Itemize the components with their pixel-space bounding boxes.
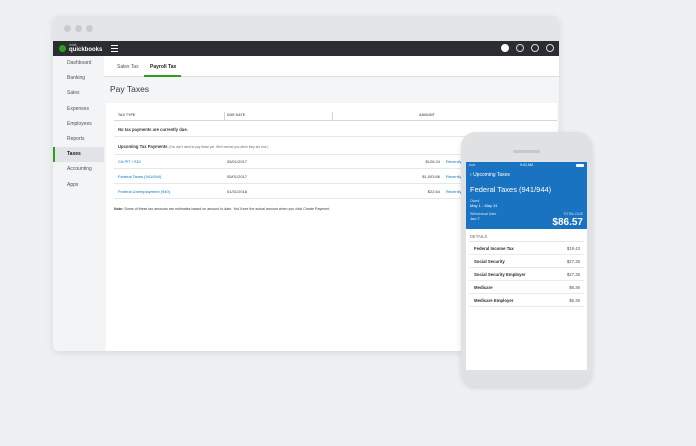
tax-name-link[interactable]: Federal Unemployment (940) [118, 185, 170, 199]
phone-screen: ••••• 9:41 AM ‹ Upcoming Taxes Federal T… [466, 162, 587, 370]
sidebar-item-employees[interactable]: Employees [53, 117, 104, 132]
upcoming-heading: Upcoming Tax Payments (You don't need to… [118, 144, 268, 149]
tab-bar: Sales Tax Payroll Tax [104, 56, 559, 77]
window-minimize-dot[interactable] [75, 25, 82, 32]
mobile-header: ‹ Upcoming Taxes Federal Taxes (941/944)… [466, 168, 587, 229]
tax-amount: $126.24 [425, 159, 440, 164]
app-header: intuit quickbooks [53, 41, 559, 56]
quickbooks-logo-icon [59, 45, 66, 52]
sidebar-item-reports[interactable]: Reports [53, 132, 104, 147]
sidebar-item-accounting[interactable]: Accounting [53, 162, 104, 177]
tax-name-link[interactable]: Federal Taxes (941/944) [118, 170, 161, 184]
row-action-link[interactable]: Recently [446, 155, 462, 169]
due-date: 01/31/2018 [227, 189, 248, 194]
due-date: 05/01/2017 [227, 159, 248, 164]
row-action-link[interactable]: Recently [446, 170, 462, 184]
item-value: $19.43 [566, 246, 580, 251]
total-due-value: $86.57 [552, 217, 583, 228]
item-name: Medicare Employer [474, 298, 514, 303]
tax-name-link[interactable]: CA PIT / SDI [118, 155, 141, 169]
header-amount[interactable]: AMOUNT [419, 113, 435, 117]
back-button[interactable]: ‹ Upcoming Taxes [470, 172, 510, 178]
header-tax-type[interactable]: TAX TYPE [118, 113, 135, 117]
sidebar: Dashboard Banking Sales Expenses Employe… [53, 56, 104, 351]
tax-amount: $22.64 [427, 189, 440, 194]
header-actions [501, 44, 554, 52]
tab-payroll-tax[interactable]: Payroll Tax [150, 64, 176, 70]
item-value: $27.35 [566, 272, 580, 277]
upcoming-title: Upcoming Tax Payments [118, 144, 168, 149]
item-value: $27.35 [566, 259, 580, 264]
list-item[interactable]: Medicare Employer $6.36 [469, 294, 584, 307]
sidebar-item-banking[interactable]: Banking [53, 71, 104, 86]
status-time: 9:41 AM [520, 163, 533, 167]
header-due-date[interactable]: DUE DATE [227, 113, 245, 117]
item-name: Social Security Employer [474, 272, 526, 277]
table-header: TAX TYPE DUE DATE AMOUNT [114, 112, 557, 121]
phone-speaker [513, 150, 540, 153]
item-name: Social Security [474, 259, 505, 264]
window-maximize-dot[interactable] [86, 25, 93, 32]
tax-amount: $1,003.86 [422, 174, 440, 179]
brand-name: quickbooks [69, 47, 103, 54]
mobile-title: Federal Taxes (941/944) [470, 185, 552, 194]
details-list: Federal Income Tax $19.43 Social Securit… [469, 241, 584, 307]
item-name: Federal Income Tax [474, 246, 514, 251]
estimate-note: Note: Some of these tax amounts are esti… [114, 207, 330, 211]
window-close-dot[interactable] [64, 25, 71, 32]
window-titlebar [53, 16, 559, 41]
sidebar-item-dashboard[interactable]: Dashboard [53, 56, 104, 71]
owed-value: May 1 - May 31 [470, 203, 498, 208]
item-value: $6.36 [569, 285, 580, 290]
total-due-label: TOTAL DUE [563, 212, 583, 216]
item-value: $6.36 [569, 298, 580, 303]
sidebar-item-taxes[interactable]: Taxes [53, 147, 104, 163]
note-text: Some of these tax amounts are estimates … [124, 207, 331, 211]
due-date: 05/01/2017 [227, 174, 248, 179]
note-label: Note: [114, 207, 124, 211]
tab-sales-tax[interactable]: Sales Tax [117, 64, 139, 70]
sidebar-item-sales[interactable]: Sales [53, 86, 104, 101]
search-icon[interactable] [516, 44, 524, 52]
active-tab-indicator [144, 75, 181, 77]
upcoming-hint: (You don't need to pay these yet. We'll … [168, 145, 269, 149]
phone-device: ••••• 9:41 AM ‹ Upcoming Taxes Federal T… [461, 132, 592, 386]
back-label: Upcoming Taxes [473, 172, 510, 178]
row-action-link[interactable]: Recently [446, 185, 462, 199]
page-title: Pay Taxes [110, 84, 150, 94]
help-icon[interactable] [546, 44, 554, 52]
quickbooks-logo[interactable]: intuit quickbooks [59, 43, 102, 54]
signal-indicator: ••••• [469, 163, 476, 167]
list-item[interactable]: Social Security $27.35 [469, 255, 584, 268]
chevron-left-icon: ‹ [470, 172, 472, 178]
gear-icon[interactable] [531, 44, 539, 52]
list-item[interactable]: Medicare $6.36 [469, 281, 584, 294]
sidebar-item-apps[interactable]: Apps [53, 178, 104, 193]
list-item[interactable]: Social Security Employer $27.35 [469, 268, 584, 281]
no-payments-message: No tax payments are currently due. [118, 127, 188, 132]
plus-circle-icon[interactable] [501, 44, 509, 52]
sidebar-item-expenses[interactable]: Expenses [53, 102, 104, 117]
item-name: Medicare [474, 285, 493, 290]
details-heading: DETAILS [470, 234, 488, 239]
list-item[interactable]: Federal Income Tax $19.43 [469, 242, 584, 255]
hamburger-icon[interactable] [111, 45, 118, 52]
battery-icon [576, 163, 584, 167]
withdrawal-value: Jun 7 [470, 216, 480, 221]
